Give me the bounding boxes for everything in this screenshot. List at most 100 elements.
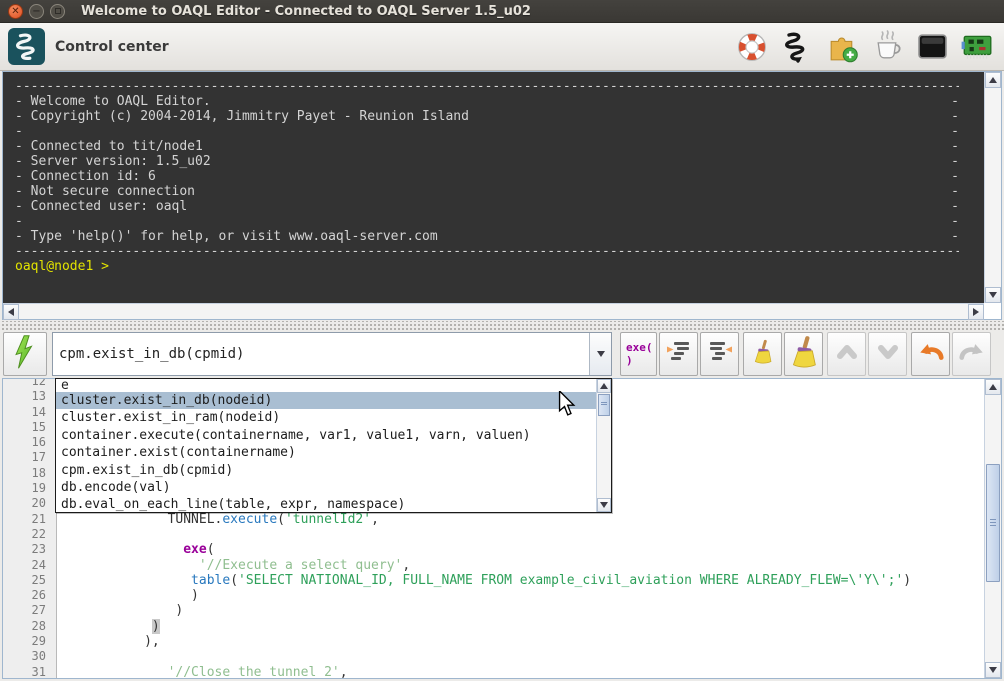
indent-right-icon [706, 339, 734, 369]
chevron-down-icon [597, 351, 605, 357]
app-title: Control center [55, 39, 169, 55]
line-number: 14 [3, 405, 56, 420]
terminal-line: - Welcome to OAQL Editor.- [15, 94, 959, 109]
move-up-button[interactable] [827, 332, 866, 376]
line-number: 25 [3, 573, 56, 588]
chevron-down-large-icon [874, 339, 902, 369]
autocomplete-item[interactable]: db.encode(val) [56, 479, 596, 496]
line-number: 26 [3, 588, 56, 603]
code-line: TUNNEL.execute('tunnelId2', [58, 512, 984, 527]
scroll-right-button[interactable] [968, 304, 984, 320]
window-controls: ✕ − [8, 4, 65, 19]
terminal-vertical-scrollbar[interactable] [984, 72, 1001, 303]
lightning-bolt-icon [12, 332, 38, 376]
editor-vertical-scrollbar[interactable] [984, 379, 1001, 678]
dropdown-scrollbar[interactable] [596, 379, 611, 512]
move-down-button[interactable] [868, 332, 907, 376]
terminal-line: - Not secure connection- [15, 184, 959, 199]
java-coffee-icon[interactable] [869, 29, 905, 65]
terminal-separator: ----------------------------------------… [15, 79, 959, 94]
network-card-icon[interactable] [959, 29, 995, 65]
terminal-icon[interactable] [914, 29, 950, 65]
autocomplete-item[interactable]: cluster.exist_in_ram(nodeid) [56, 409, 596, 426]
minimize-button[interactable]: − [29, 4, 44, 19]
code-line [58, 649, 984, 664]
line-number: 28 [3, 619, 56, 634]
line-number: 24 [3, 558, 56, 573]
clean-small-button[interactable] [743, 332, 782, 376]
indent-left-icon [665, 339, 693, 369]
gutter-numbers: 1213141516171819202122232425262728293031 [3, 379, 56, 678]
execute-command-button[interactable] [3, 332, 47, 376]
line-number: 21 [3, 512, 56, 527]
terminal-line: - Connected to tit/node1- [15, 139, 959, 154]
mouse-cursor [556, 391, 578, 421]
maximize-button[interactable] [50, 4, 65, 19]
clean-all-button[interactable] [784, 332, 823, 376]
autocomplete-item[interactable]: cpm.exist_in_db(cpmid) [56, 462, 596, 479]
autocomplete-item[interactable]: db.eval_on_each_line(table, expr, namesp… [56, 496, 596, 512]
scroll-left-button[interactable] [3, 304, 19, 320]
line-number: 29 [3, 634, 56, 649]
terminal-lines: ----------------------------------------… [15, 79, 984, 259]
code-line: ) [58, 619, 984, 634]
terminal-line: - Connected user: oaql- [15, 199, 959, 214]
line-number: 20 [3, 496, 56, 511]
scroll-up-button[interactable] [597, 379, 611, 393]
help-lifebuoy-icon[interactable] [734, 29, 770, 65]
exe-label-bottom: ) [626, 354, 633, 367]
scrollbar-thumb[interactable] [986, 464, 1000, 582]
autocomplete-item[interactable]: cluster.exist_in_db(nodeid) [56, 392, 596, 409]
snake-logo-icon [8, 28, 45, 65]
code-line: table('SELECT NATIONAL_ID, FULL_NAME FRO… [58, 573, 984, 588]
split-divider[interactable] [0, 321, 1004, 330]
scroll-down-button[interactable] [985, 287, 1001, 303]
broom-large-icon [788, 336, 820, 372]
add-plugin-icon[interactable] [824, 29, 860, 65]
code-line: ) [58, 588, 984, 603]
terminal-line: - Type 'help()' for help, or visit www.o… [15, 229, 959, 244]
broom-small-icon [750, 339, 776, 369]
autocomplete-item[interactable]: container.execute(containername, var1, v… [56, 427, 596, 444]
line-number: 13 [3, 389, 56, 404]
snake-icon[interactable] [779, 29, 815, 65]
scroll-down-button[interactable] [985, 662, 1001, 678]
code-line: exe( [58, 542, 984, 557]
scrollbar-thumb[interactable] [598, 394, 610, 416]
close-button[interactable]: ✕ [8, 4, 23, 19]
scroll-up-button[interactable] [985, 72, 1001, 88]
format-indent-right-button[interactable] [700, 332, 739, 376]
command-bar: exe( ) [0, 330, 1004, 378]
line-number: 30 [3, 649, 56, 664]
terminal-separator: ----------------------------------------… [15, 244, 959, 259]
terminal-horizontal-scrollbar[interactable] [3, 303, 984, 319]
format-indent-left-button[interactable] [659, 332, 698, 376]
scroll-down-button[interactable] [597, 498, 611, 512]
exe-wrap-button[interactable]: exe( ) [620, 332, 657, 376]
redo-button[interactable] [952, 332, 991, 376]
autocomplete-list: e cluster.exist_in_db(nodeid)cluster.exi… [56, 379, 596, 512]
command-combobox [52, 332, 612, 376]
undo-button[interactable] [911, 332, 950, 376]
line-number-gutter: 1213141516171819202122232425262728293031 [3, 379, 57, 678]
undo-icon [916, 338, 946, 370]
terminal-pane: ----------------------------------------… [2, 71, 1002, 320]
code-line: '//Execute a select query', [58, 558, 984, 573]
combo-dropdown-button[interactable] [589, 333, 611, 375]
command-input[interactable] [53, 333, 589, 375]
terminal-output[interactable]: ----------------------------------------… [3, 72, 984, 303]
code-line: ), [58, 634, 984, 649]
scroll-up-button[interactable] [985, 379, 1001, 395]
autocomplete-partial-item[interactable]: e [56, 379, 596, 392]
terminal-line: -- [15, 214, 959, 229]
autocomplete-dropdown: e cluster.exist_in_db(nodeid)cluster.exi… [55, 378, 612, 513]
line-number: 12 [3, 379, 56, 389]
autocomplete-item[interactable]: container.exist(containername) [56, 444, 596, 461]
terminal-line: - Server version: 1.5_u02- [15, 154, 959, 169]
line-number: 23 [3, 542, 56, 557]
terminal-line: -- [15, 124, 959, 139]
code-line [58, 527, 984, 542]
line-number: 15 [3, 420, 56, 435]
titlebar: ✕ − Welcome to OAQL Editor - Connected t… [0, 0, 1004, 23]
terminal-line: - Connection id: 6- [15, 169, 959, 184]
